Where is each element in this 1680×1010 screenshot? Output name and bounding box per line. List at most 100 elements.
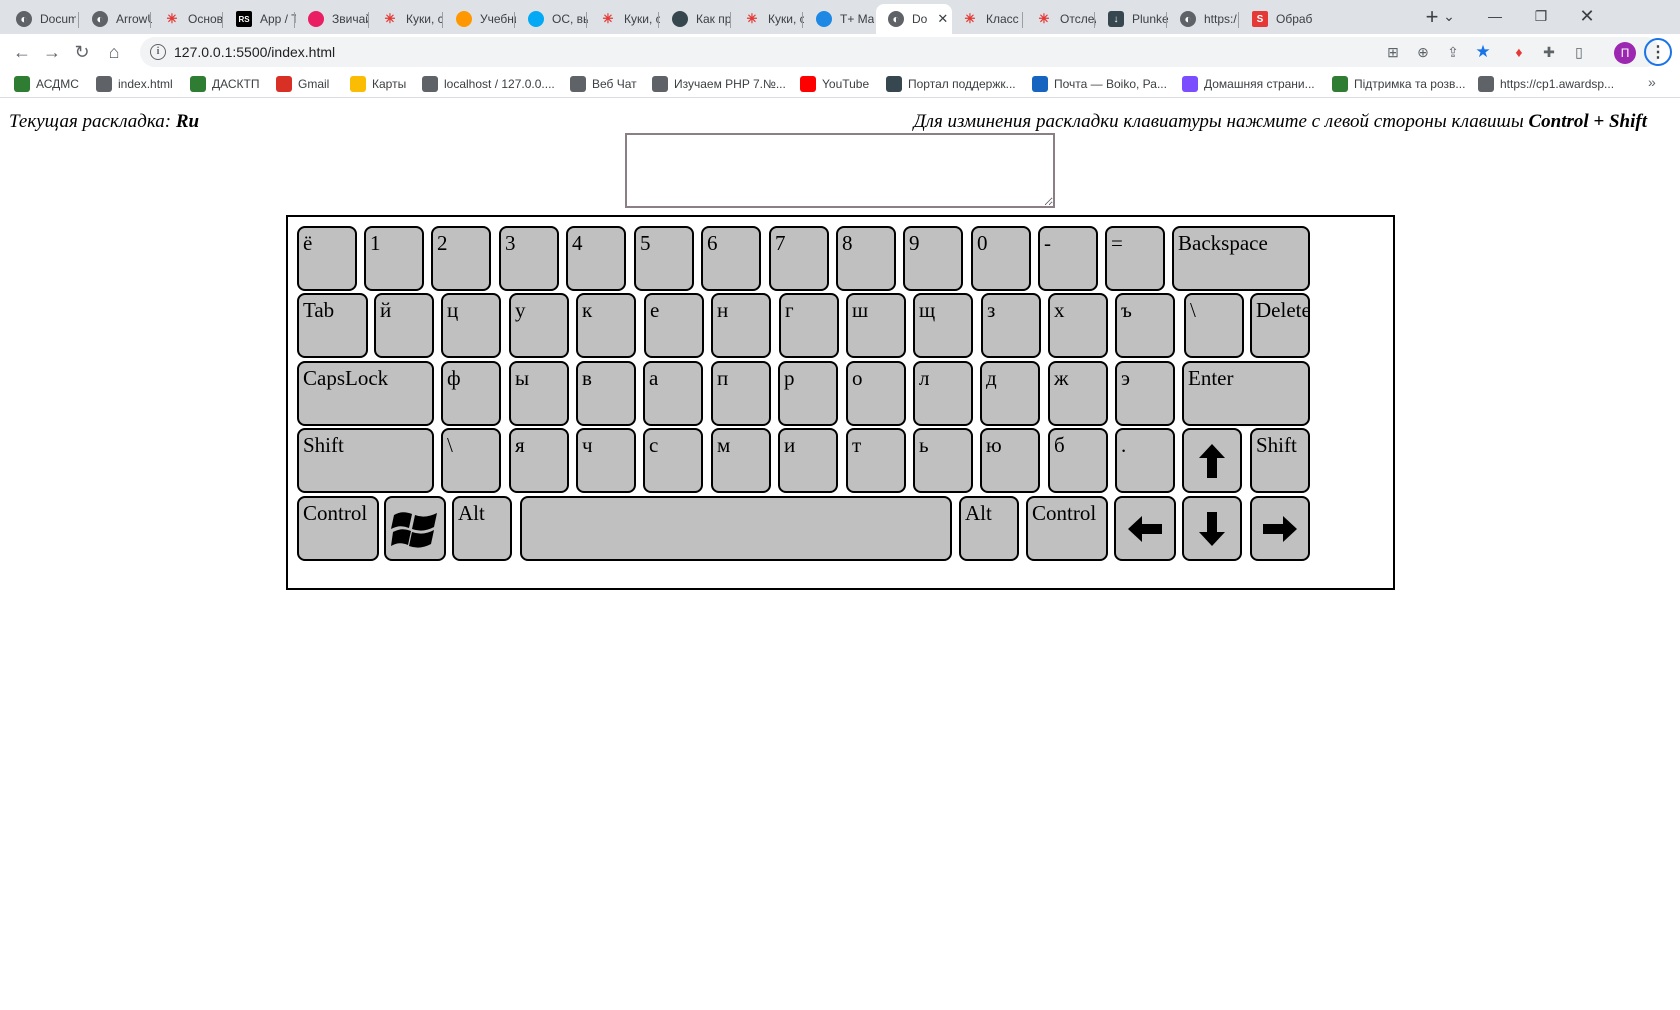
translate-icon[interactable]: ⊞ xyxy=(1384,43,1402,61)
key[interactable]: т xyxy=(846,428,906,493)
key[interactable]: ю xyxy=(980,428,1040,493)
site-info-icon[interactable]: i xyxy=(150,44,166,60)
key-shift[interactable]: Shift xyxy=(297,428,434,493)
key-enter[interactable]: Enter xyxy=(1182,361,1310,426)
key[interactable]: х xyxy=(1048,293,1108,358)
key[interactable]: ш xyxy=(846,293,906,358)
browser-tab[interactable]: Звичай xyxy=(296,4,368,34)
browser-tab[interactable]: ◐ https:/ xyxy=(1168,4,1240,34)
bookmark-item[interactable]: ДАСКТП xyxy=(190,74,259,94)
bookmark-item[interactable]: Карты xyxy=(350,74,406,94)
zoom-icon[interactable]: ⊕ xyxy=(1414,43,1432,61)
key[interactable]: 3 xyxy=(499,226,559,291)
key[interactable]: ч xyxy=(576,428,636,493)
bookmark-star-icon[interactable]: ★ xyxy=(1474,42,1492,61)
browser-tab[interactable]: ОС, вы xyxy=(516,4,588,34)
key[interactable]: 5 xyxy=(634,226,694,291)
bookmark-item[interactable]: Підтримка та розв... xyxy=(1332,74,1465,94)
browser-tab[interactable]: Учебни xyxy=(444,4,516,34)
browser-menu-button[interactable]: ⋮ xyxy=(1644,38,1672,66)
key[interactable]: ы xyxy=(509,361,569,426)
bookmark-item[interactable]: https://cp1.awardsp... xyxy=(1478,74,1614,94)
extension-huawei-icon[interactable]: ♦ xyxy=(1510,43,1528,61)
bookmark-item[interactable]: Домашняя страни... xyxy=(1182,74,1315,94)
key[interactable]: \ xyxy=(1184,293,1244,358)
key[interactable]: д xyxy=(980,361,1040,426)
key[interactable]: е xyxy=(644,293,704,358)
browser-tab[interactable]: T+ Ma xyxy=(804,4,876,34)
extensions-puzzle-icon[interactable]: ✚ xyxy=(1540,43,1558,61)
key[interactable]: н xyxy=(711,293,771,358)
bookmark-item[interactable]: АСДМС xyxy=(14,74,79,94)
browser-tab[interactable]: ✳ Куки, с xyxy=(370,4,442,34)
key[interactable]: щ xyxy=(913,293,973,358)
key-arrow-down[interactable] xyxy=(1182,496,1242,561)
key[interactable]: 1 xyxy=(364,226,424,291)
key[interactable]: и xyxy=(778,428,838,493)
browser-tab[interactable]: ✳ Основ xyxy=(152,4,224,34)
key-windows[interactable] xyxy=(384,496,446,561)
home-button[interactable]: ⌂ xyxy=(100,38,128,66)
key[interactable]: м xyxy=(711,428,771,493)
key[interactable]: с xyxy=(643,428,703,493)
key[interactable]: ъ xyxy=(1115,293,1175,358)
key[interactable]: э xyxy=(1115,361,1175,426)
key[interactable]: 2 xyxy=(431,226,491,291)
forward-button[interactable]: → xyxy=(38,38,66,66)
key[interactable]: - xyxy=(1038,226,1098,291)
more-bookmarks-icon[interactable]: » xyxy=(1648,74,1656,90)
key-capslock[interactable]: CapsLock xyxy=(297,361,434,426)
key[interactable]: ё xyxy=(297,226,357,291)
close-window-button[interactable]: ✕ xyxy=(1564,0,1610,32)
key-delete[interactable]: Delete xyxy=(1250,293,1310,358)
key[interactable]: 8 xyxy=(836,226,896,291)
bookmark-item[interactable]: localhost / 127.0.0.... xyxy=(422,74,555,94)
browser-tab[interactable]: Как пр xyxy=(660,4,732,34)
reload-button[interactable]: ↻ xyxy=(68,38,96,66)
minimize-button[interactable]: — xyxy=(1472,0,1518,32)
key[interactable]: б xyxy=(1048,428,1108,493)
bookmark-item[interactable]: Портал поддержк... xyxy=(886,74,1016,94)
bookmark-item[interactable]: Gmail xyxy=(276,74,329,94)
key[interactable]: ф xyxy=(441,361,501,426)
close-tab-icon[interactable]: ✕ xyxy=(937,11,948,27)
output-textarea[interactable] xyxy=(625,133,1055,208)
bookmark-item[interactable]: Почта — Boiko, Ра... xyxy=(1032,74,1167,94)
key-tab[interactable]: Tab xyxy=(297,293,368,358)
key-arrow-left[interactable] xyxy=(1114,496,1176,561)
key[interactable]: к xyxy=(576,293,636,358)
key[interactable]: я xyxy=(509,428,569,493)
key[interactable]: у xyxy=(509,293,569,358)
key[interactable]: 7 xyxy=(769,226,829,291)
key[interactable]: . xyxy=(1115,428,1175,493)
key[interactable]: 9 xyxy=(903,226,963,291)
key[interactable]: р xyxy=(778,361,838,426)
restore-button[interactable]: ❐ xyxy=(1518,0,1564,32)
key[interactable]: й xyxy=(374,293,434,358)
bookmark-item[interactable]: Веб Чат xyxy=(570,74,637,94)
key-alt[interactable]: Alt xyxy=(959,496,1019,561)
back-button[interactable]: ← xyxy=(8,38,36,66)
profile-avatar[interactable]: П xyxy=(1614,42,1636,64)
tab-search-button[interactable]: ⌄ xyxy=(1426,0,1472,32)
browser-tab[interactable]: S Обраб xyxy=(1240,4,1312,34)
key-alt[interactable]: Alt xyxy=(452,496,512,561)
key[interactable]: ь xyxy=(913,428,973,493)
share-icon[interactable]: ⇪ xyxy=(1444,43,1462,61)
key[interactable]: 0 xyxy=(971,226,1031,291)
browser-tab[interactable]: ✳ Куки, с xyxy=(732,4,804,34)
bookmark-item[interactable]: index.html xyxy=(96,74,173,94)
key[interactable]: \ xyxy=(441,428,501,493)
key[interactable]: п xyxy=(711,361,771,426)
key[interactable]: о xyxy=(846,361,906,426)
key[interactable]: в xyxy=(576,361,636,426)
bookmark-item[interactable]: YouTube xyxy=(800,74,869,94)
key[interactable]: ж xyxy=(1048,361,1108,426)
browser-tab[interactable]: ◐ Do ✕ xyxy=(876,4,952,34)
key-backspace[interactable]: Backspace xyxy=(1172,226,1310,291)
key-arrow-right[interactable] xyxy=(1250,496,1310,561)
key[interactable]: г xyxy=(779,293,839,358)
browser-tab[interactable]: ✳ Куки, с xyxy=(588,4,660,34)
key[interactable]: ц xyxy=(441,293,501,358)
key[interactable]: 4 xyxy=(566,226,626,291)
